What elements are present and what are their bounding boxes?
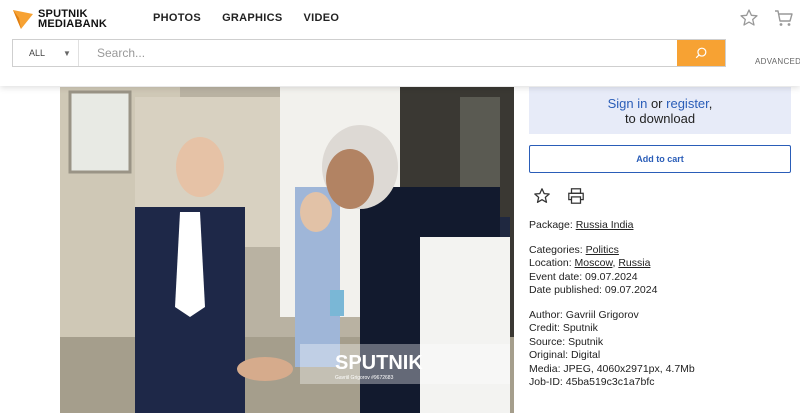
nav-video[interactable]: VIDEO <box>304 12 340 24</box>
search-input[interactable] <box>79 40 677 66</box>
location-link-moscow[interactable]: Moscow <box>575 257 613 269</box>
meta-date-published: Date published: 09.07.2024 <box>529 284 658 296</box>
signin-link[interactable]: Sign in <box>608 96 648 111</box>
meta-source: Source: Sputnik <box>529 335 604 348</box>
register-link[interactable]: register <box>666 96 709 111</box>
logo-line-2: MEDIABANK <box>38 18 108 30</box>
meta-original: Original: Digital <box>529 349 601 361</box>
sputnik-mediabank-logo[interactable]: SPUTNIK MEDIABANK <box>12 8 107 30</box>
search-bar: ALL ▼ <box>12 39 726 67</box>
meta-credit: Credit: Sputnik <box>529 322 598 334</box>
meta-categories: Categories: Politics <box>529 243 619 256</box>
main-photo[interactable]: SPUTNIK Gavriil Grigorov #9672683 <box>60 87 514 413</box>
sputnik-logo-icon <box>13 10 33 29</box>
printer-icon[interactable] <box>567 187 585 205</box>
search-icon <box>695 47 707 59</box>
meta-location: Location: Moscow, Russia <box>529 257 651 269</box>
meta-event-date: Event date: 09.07.2024 <box>529 270 638 283</box>
category-link[interactable]: Politics <box>586 244 619 256</box>
meta-media: Media: JPEG, 4060x2971px, 4.7Mb <box>529 362 695 375</box>
signin-suffix: to download <box>624 111 696 126</box>
signin-comma: , <box>708 96 713 111</box>
star-outline-icon[interactable] <box>533 187 551 205</box>
cart-icon[interactable] <box>774 8 794 28</box>
favorites-star-icon[interactable] <box>739 8 759 28</box>
advanced-search-link[interactable]: ADVANCED <box>755 57 800 66</box>
location-link-russia[interactable]: Russia <box>618 257 650 269</box>
photo-watermark-credit: Gavriil Grigorov #9672683 <box>335 375 394 381</box>
nav-graphics[interactable]: GRAPHICS <box>222 12 282 24</box>
photo-metadata: Package: Russia India Categories: Politi… <box>529 219 791 390</box>
meta-job-id: Job-ID: 45ba519c3c1a7bfc <box>529 376 655 388</box>
package-link[interactable]: Russia India <box>576 219 634 231</box>
search-scope-select[interactable]: ALL ▼ <box>13 40 79 66</box>
photo-sidebar: Sign in or register, to download Add to … <box>529 87 791 390</box>
meta-package: Package: Russia India <box>529 219 634 231</box>
site-header: SPUTNIK MEDIABANK PHOTOS GRAPHICS VIDEO … <box>0 0 800 86</box>
photo-actions <box>529 187 791 205</box>
search-button[interactable] <box>677 40 725 66</box>
photo-image: SPUTNIK Gavriil Grigorov #9672683 <box>60 87 514 413</box>
add-to-cart-button[interactable]: Add to cart <box>529 145 791 173</box>
signin-or: or <box>650 96 663 111</box>
main-nav: PHOTOS GRAPHICS VIDEO <box>153 12 360 24</box>
signin-prompt: Sign in or register, to download <box>529 87 791 134</box>
meta-author: Author: Gavriil Grigorov <box>529 308 639 321</box>
nav-photos[interactable]: PHOTOS <box>153 12 201 24</box>
photo-watermark: SPUTNIK <box>335 352 423 374</box>
search-scope-value: ALL <box>29 48 46 58</box>
chevron-down-icon: ▼ <box>63 48 71 58</box>
